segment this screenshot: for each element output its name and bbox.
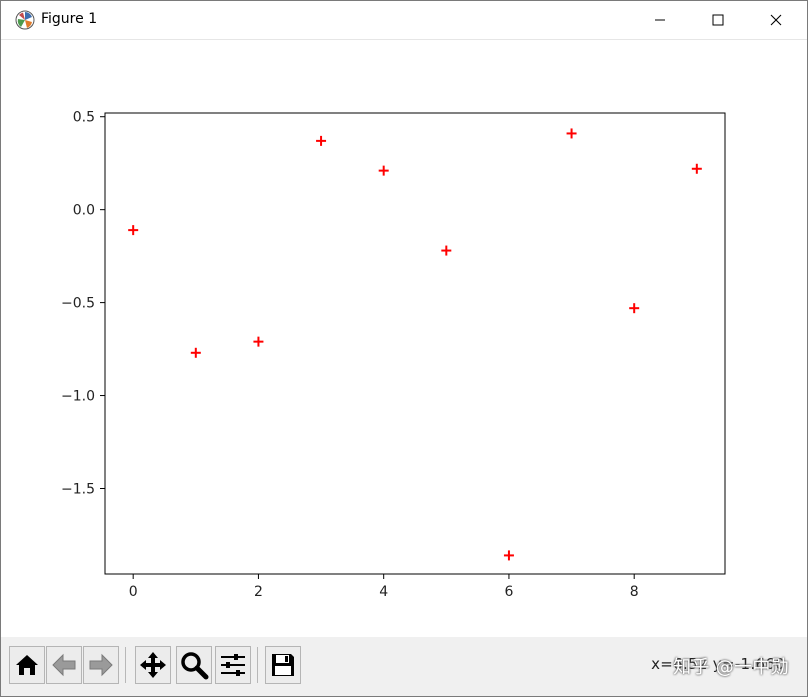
data-point-marker: [316, 135, 327, 146]
configure-subplots-button[interactable]: [215, 646, 251, 684]
scatter-chart: 0 2 4 6 8 0.5 0.0 −0.5 −1.0 −1.5: [61, 110, 726, 600]
save-floppy-icon: [272, 654, 294, 676]
pan-button[interactable]: [135, 646, 171, 684]
window-title: Figure 1: [41, 11, 98, 27]
data-point-marker: [503, 550, 514, 561]
configure-subplots-icon: [221, 654, 245, 676]
data-point-marker: [128, 225, 139, 236]
maximize-button[interactable]: [689, 1, 747, 39]
figure-canvas[interactable]: 0 2 4 6 8 0.5 0.0 −0.5 −1.0 −1.5: [1, 40, 807, 637]
minimize-button[interactable]: [631, 1, 689, 39]
x-tick-label: 0: [129, 584, 138, 600]
y-tick-label: −1.0: [61, 389, 95, 405]
data-points: [128, 128, 702, 561]
save-button[interactable]: [265, 646, 301, 684]
data-point-marker: [691, 163, 702, 174]
x-tick-label: 4: [379, 584, 388, 600]
forward-button[interactable]: [83, 646, 119, 684]
data-point-marker: [378, 165, 389, 176]
figure-window: Figure 1 0 2 4 6 8 0.5 0.0 −0.5 −1.0 −1.5 x=…: [0, 0, 808, 697]
matplotlib-logo-icon: [15, 10, 35, 30]
y-tick-label: 0.0: [73, 203, 95, 219]
y-tick-label: 0.5: [73, 110, 95, 126]
home-button[interactable]: [9, 646, 45, 684]
y-axis: 0.5 0.0 −0.5 −1.0 −1.5: [61, 110, 105, 497]
zoom-magnifier-icon: [181, 652, 209, 680]
back-button[interactable]: [46, 646, 82, 684]
maximize-icon: [712, 14, 724, 26]
y-tick-label: −0.5: [61, 296, 95, 312]
watermark-text: 知乎 @一中勋: [673, 657, 789, 678]
zoom-button[interactable]: [176, 646, 212, 684]
cursor-coordinates: x=6.52 y=-1.660 知乎 @一中勋: [651, 655, 789, 678]
navigation-toolbar: x=6.52 y=-1.660 知乎 @一中勋: [1, 637, 807, 696]
y-tick-label: −1.5: [61, 481, 95, 497]
minimize-icon: [655, 19, 665, 21]
x-tick-label: 2: [254, 584, 263, 600]
data-point-marker: [441, 245, 452, 256]
x-axis: 0 2 4 6 8: [129, 574, 639, 600]
close-icon: [770, 14, 782, 26]
pan-move-icon: [140, 652, 166, 678]
data-point-marker: [566, 128, 577, 139]
data-point-marker: [629, 303, 640, 314]
x-tick-label: 8: [630, 584, 639, 600]
home-icon: [16, 655, 38, 675]
toolbar-separator: [257, 647, 258, 683]
forward-arrow-icon: [89, 653, 113, 677]
data-point-marker: [190, 347, 201, 358]
x-tick-label: 6: [504, 584, 513, 600]
title-bar[interactable]: Figure 1: [1, 1, 807, 40]
back-arrow-icon: [52, 653, 76, 677]
axes-frame: [104, 112, 726, 575]
close-button[interactable]: [747, 1, 805, 39]
toolbar-separator: [125, 647, 126, 683]
data-point-marker: [253, 336, 264, 347]
